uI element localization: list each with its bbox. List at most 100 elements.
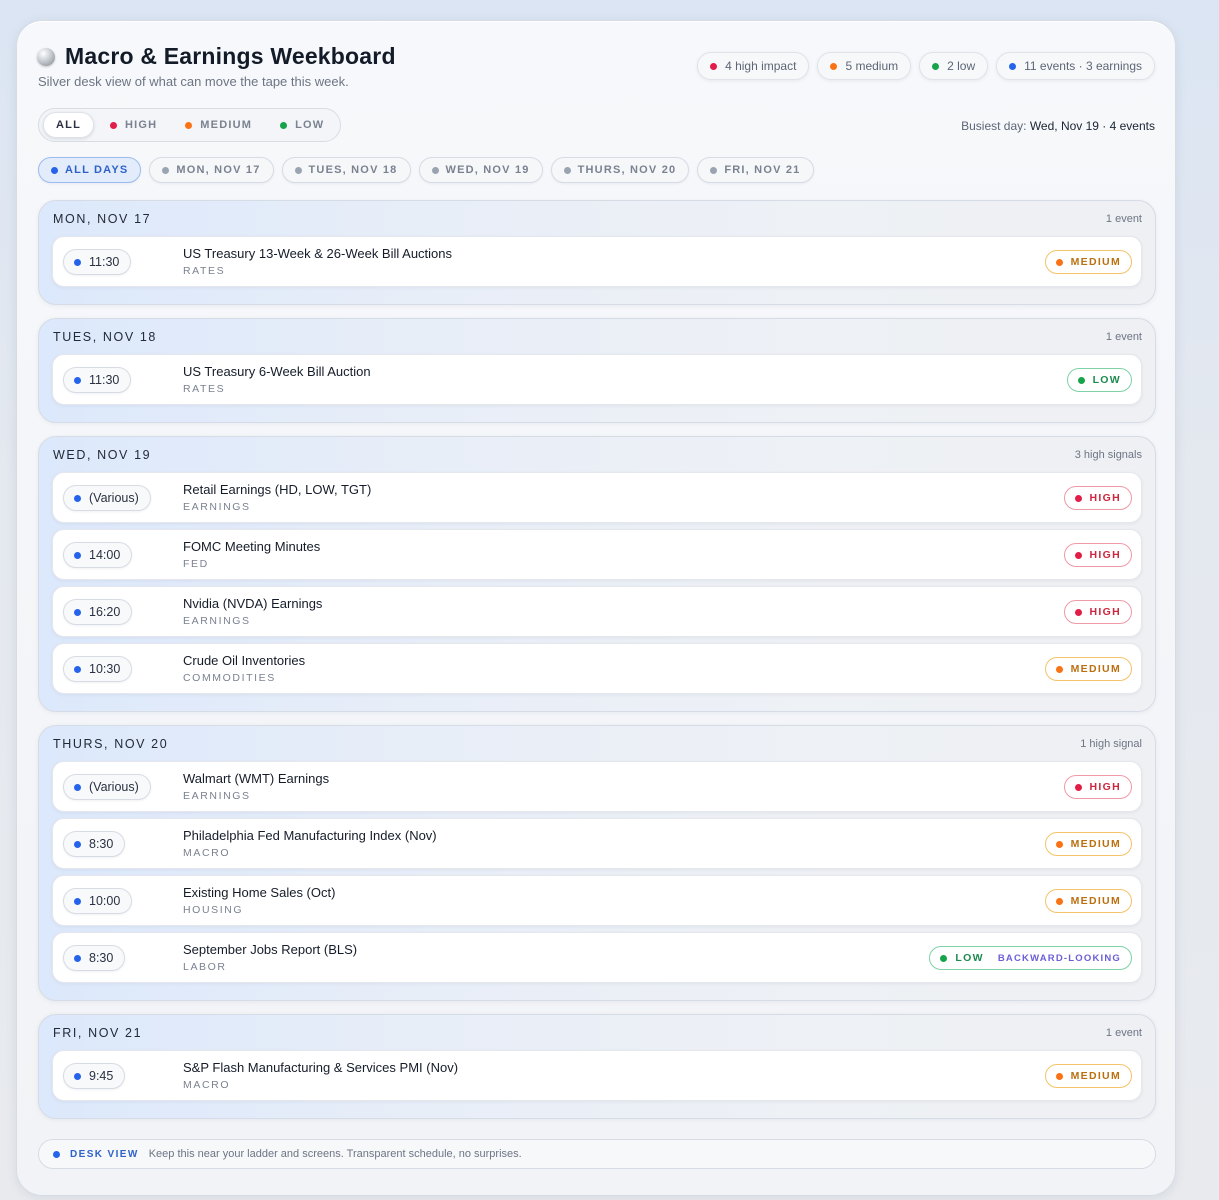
title-row: Macro & Earnings Weekboard: [37, 43, 396, 70]
impact-filter-group: ALL HIGH MEDIUM LOW: [38, 108, 342, 142]
day-section: TUES, NOV 18 1 event 11:30 US Treasury 6-We…: [38, 318, 1156, 423]
event-time-pill: 16:20: [63, 599, 133, 625]
events-dot-icon: [1009, 62, 1017, 70]
event-category: EARNINGS: [183, 790, 251, 802]
blue-dot-icon: [53, 1150, 60, 1158]
high-dot-icon: [109, 121, 117, 129]
desk-view-footer: DESK VIEW Keep this near your ladder and…: [38, 1139, 1156, 1169]
section-count: 1 event: [1105, 213, 1142, 225]
day-filter-label: WED, NOV 19: [445, 164, 530, 176]
gray-dot-icon: [710, 166, 718, 174]
high-dot-icon: [710, 62, 718, 70]
day-filter-wed[interactable]: WED, NOV 19: [418, 157, 543, 183]
section-day-heading: TUES, NOV 18: [53, 330, 157, 344]
section-count: 1 event: [1105, 331, 1142, 343]
time-dot-icon: [74, 954, 81, 962]
silver-orb-icon: [37, 47, 55, 66]
event-row[interactable]: 10:30 Crude Oil Inventories COMMODITIES MED…: [52, 643, 1142, 694]
event-name: S&P Flash Manufacturing & Services PMI (…: [183, 1060, 459, 1075]
busiest-label: Busiest day:: [961, 119, 1027, 133]
event-time-pill: (Various): [63, 485, 151, 511]
impact-label: HIGH: [1089, 606, 1121, 618]
stat-medium: 5 medium: [817, 52, 912, 80]
event-time-pill: (Various): [63, 774, 151, 800]
event-time: 9:45: [89, 1069, 114, 1083]
impact-dot-icon: [1055, 665, 1063, 673]
low-dot-icon: [932, 62, 940, 70]
event-row[interactable]: 11:30 US Treasury 13-Week & 26-Week Bill …: [52, 236, 1142, 287]
section-day-heading: MON, NOV 17: [53, 212, 152, 226]
impact-badge: MEDIUM: [1044, 832, 1132, 856]
impact-dot-icon: [1055, 840, 1063, 848]
footer-text: Keep this near your ladder and screens. …: [148, 1148, 522, 1160]
event-row[interactable]: 8:30 Philadelphia Fed Manufacturing Index…: [52, 818, 1142, 869]
filter-label: ALL: [56, 119, 81, 131]
event-row[interactable]: 10:00 Existing Home Sales (Oct) HOUSING MED…: [52, 875, 1142, 926]
day-filter-tue[interactable]: TUES, NOV 18: [281, 157, 411, 183]
day-filter-thu[interactable]: THURS, NOV 20: [550, 157, 690, 183]
time-dot-icon: [74, 258, 81, 266]
day-filter-group: ALL DAYS MON, NOV 17 TUES, NOV 18 WED, N…: [38, 157, 814, 183]
impact-badge: MEDIUM: [1044, 250, 1132, 274]
event-time: (Various): [89, 491, 139, 505]
event-row[interactable]: (Various) Retail Earnings (HD, LOW, TGT) E…: [52, 472, 1142, 523]
event-time: 10:00: [89, 894, 121, 908]
event-row[interactable]: 9:45 S&P Flash Manufacturing & Services P…: [52, 1050, 1142, 1101]
event-category: LABOR: [183, 961, 227, 973]
event-row[interactable]: 8:30 September Jobs Report (BLS) LABOR LOW B…: [52, 932, 1142, 983]
event-category: MACRO: [183, 1079, 231, 1091]
impact-badge: MEDIUM: [1044, 1064, 1132, 1088]
event-time-pill: 11:30: [63, 249, 132, 275]
time-dot-icon: [74, 608, 81, 616]
stat-pills: 4 high impact 5 medium 2 low 11 events ·…: [697, 52, 1155, 80]
event-row[interactable]: 14:00 FOMC Meeting Minutes FED HIGH: [52, 529, 1142, 580]
event-category: RATES: [183, 383, 226, 395]
section-count: 1 high signal: [1080, 738, 1142, 750]
event-row[interactable]: 16:20 Nvidia (NVDA) Earnings EARNINGS HIGH: [52, 586, 1142, 637]
filter-high-button[interactable]: HIGH: [98, 112, 169, 138]
event-name: Nvidia (NVDA) Earnings: [183, 596, 323, 611]
event-row[interactable]: 11:30 US Treasury 6-Week Bill Auction RATE…: [52, 354, 1142, 405]
impact-dot-icon: [1074, 494, 1082, 502]
event-time: 16:20: [89, 605, 121, 619]
event-name: September Jobs Report (BLS): [183, 942, 358, 957]
day-section: MON, NOV 17 1 event 11:30 US Treasury 13-We…: [38, 200, 1156, 305]
event-time: 11:30: [89, 255, 120, 269]
gray-dot-icon: [563, 166, 571, 174]
impact-dot-icon: [1055, 1072, 1063, 1080]
event-time-pill: 9:45: [63, 1063, 126, 1089]
event-time: (Various): [89, 780, 139, 794]
day-filter-fri[interactable]: FRI, NOV 21: [697, 157, 814, 183]
page-subtitle: Silver desk view of what can move the ta…: [38, 74, 349, 89]
impact-dot-icon: [1077, 376, 1085, 384]
day-filter-label: TUES, NOV 18: [308, 164, 398, 176]
day-filter-label: MON, NOV 17: [176, 164, 261, 176]
impact-badge: HIGH: [1063, 775, 1132, 799]
event-category: EARNINGS: [183, 501, 251, 513]
event-time-pill: 11:30: [63, 367, 132, 393]
impact-dot-icon: [940, 954, 948, 962]
day-filter-all[interactable]: ALL DAYS: [38, 157, 142, 183]
filter-low-button[interactable]: LOW: [268, 112, 336, 138]
event-row[interactable]: (Various) Walmart (WMT) Earnings EARNINGS H…: [52, 761, 1142, 812]
event-time: 14:00: [89, 548, 121, 562]
impact-label: MEDIUM: [1070, 838, 1121, 850]
impact-label: LOW: [955, 952, 984, 964]
event-time-pill: 10:00: [63, 888, 133, 914]
time-dot-icon: [74, 665, 81, 673]
event-category: FED: [183, 558, 209, 570]
event-name: FOMC Meeting Minutes: [183, 539, 321, 554]
filter-label: MEDIUM: [200, 119, 253, 131]
section-count: 3 high signals: [1074, 449, 1142, 461]
filter-medium-button[interactable]: MEDIUM: [173, 112, 264, 138]
footer-label: DESK VIEW: [70, 1148, 139, 1160]
day-filter-mon[interactable]: MON, NOV 17: [149, 157, 274, 183]
event-time-pill: 8:30: [63, 831, 126, 857]
page-title: Macro & Earnings Weekboard: [65, 43, 396, 69]
day-filter-label: ALL DAYS: [65, 164, 129, 176]
impact-badge: HIGH: [1063, 486, 1132, 510]
gray-dot-icon: [431, 166, 439, 174]
impact-badge: MEDIUM: [1044, 889, 1132, 913]
filter-all-button[interactable]: ALL: [43, 112, 94, 138]
impact-badge: HIGH: [1063, 543, 1132, 567]
